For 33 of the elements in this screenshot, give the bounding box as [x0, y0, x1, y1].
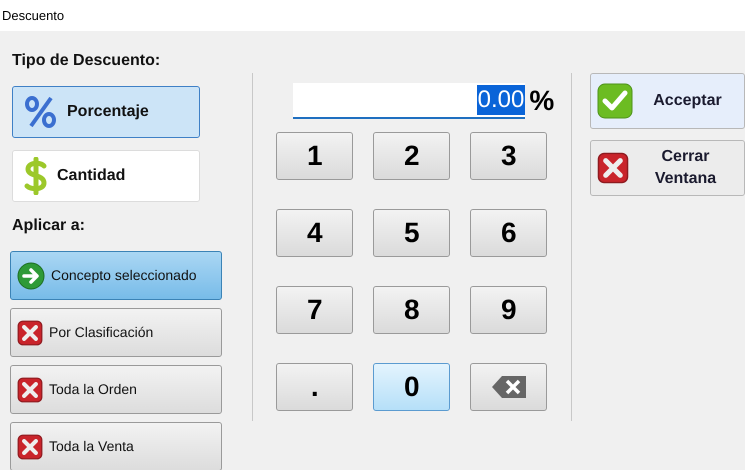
- apply-to-button[interactable]: Toda la Venta: [10, 422, 222, 470]
- close-icon: [597, 152, 629, 184]
- unit-label: %: [529, 84, 554, 118]
- keypad-key[interactable]: 4: [276, 209, 354, 257]
- keypad-key[interactable]: 9: [470, 286, 548, 334]
- discount-type-button[interactable]: Cantidad: [12, 150, 200, 202]
- percent-icon: [23, 95, 59, 129]
- apply-to-button[interactable]: Por Clasificación: [10, 308, 222, 357]
- keypad-key[interactable]: .: [276, 363, 354, 411]
- dollar-icon: [23, 157, 49, 195]
- keypad-key[interactable]: 2: [373, 132, 450, 180]
- apply-to-button[interactable]: Toda la Orden: [10, 365, 222, 414]
- checkmark-icon: [597, 83, 633, 119]
- keypad-key[interactable]: 5: [373, 209, 450, 257]
- section-label: Aplicar a:: [12, 216, 86, 236]
- discount-type-button[interactable]: Porcentaje: [12, 86, 200, 138]
- keypad-key[interactable]: 1: [276, 132, 354, 180]
- keypad-key[interactable]: 7: [276, 286, 354, 334]
- close-window-button[interactable]: Cerrar Ventana: [590, 140, 745, 196]
- keypad-key[interactable]: 0: [373, 363, 450, 411]
- close-icon: [17, 376, 43, 402]
- backspace-icon: [490, 375, 527, 399]
- close-icon: [17, 320, 43, 346]
- amount-field[interactable]: 0.00: [293, 83, 526, 119]
- apply-to-button[interactable]: Concepto seleccionado: [10, 251, 222, 300]
- section-label: Tipo de Descuento:: [12, 51, 162, 71]
- accept-button[interactable]: Acceptar: [590, 73, 745, 129]
- window-title: Descuento: [2, 6, 64, 25]
- backspace-key[interactable]: [470, 363, 548, 411]
- keypad-key[interactable]: 3: [470, 132, 548, 180]
- keypad-key[interactable]: 8: [373, 286, 450, 334]
- keypad-key[interactable]: 6: [470, 209, 548, 257]
- close-icon: [17, 434, 43, 460]
